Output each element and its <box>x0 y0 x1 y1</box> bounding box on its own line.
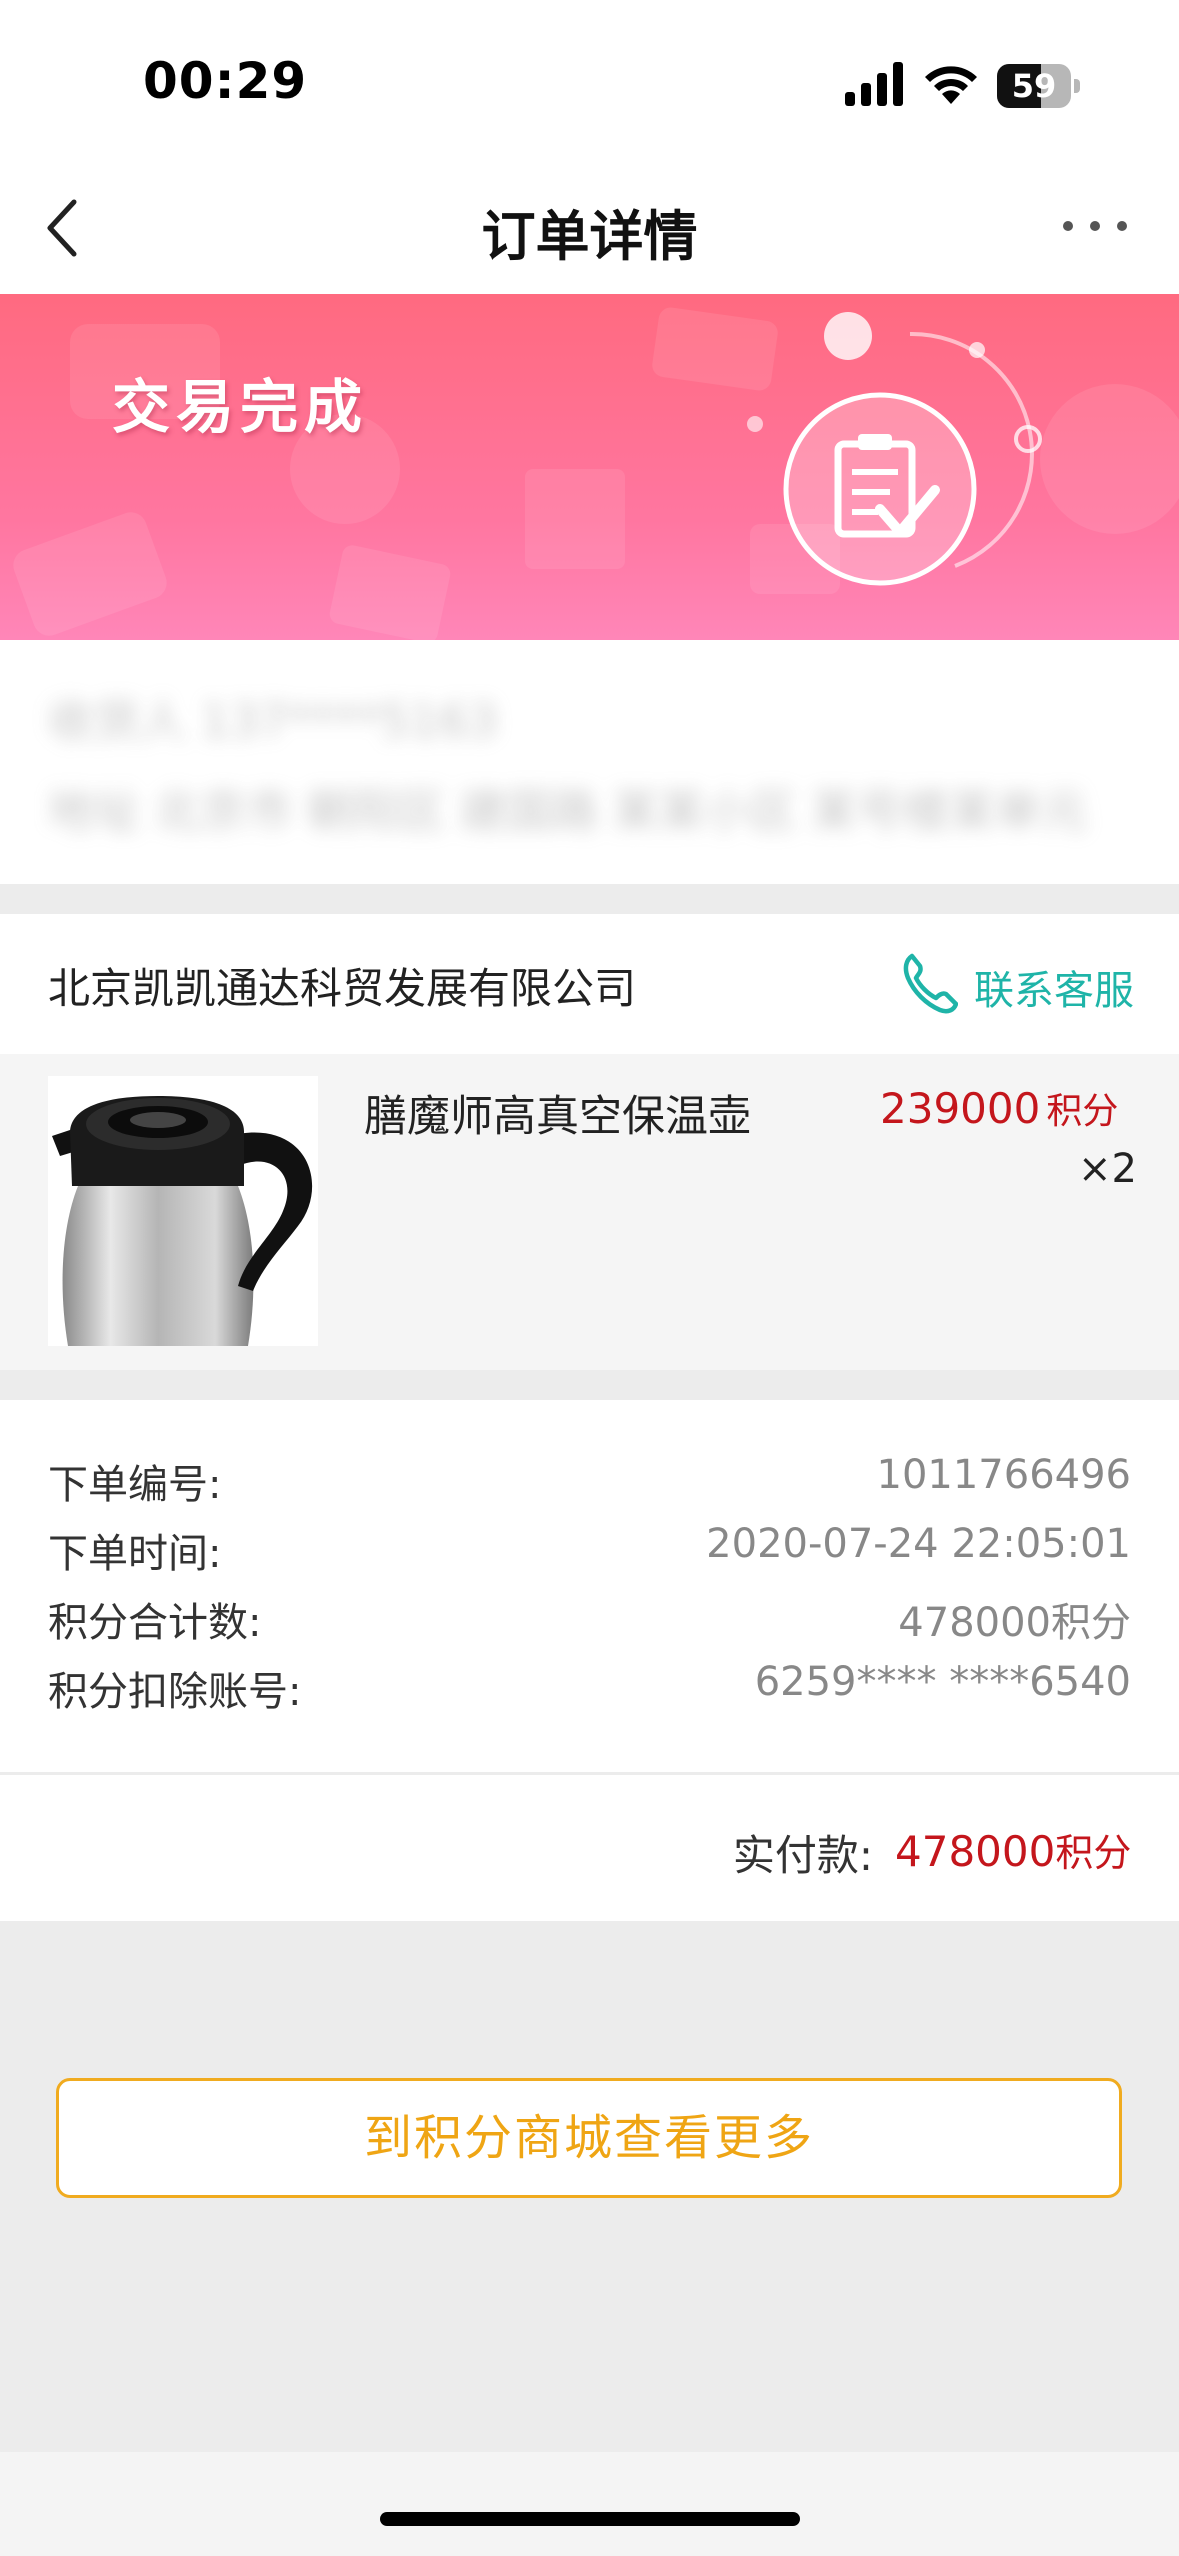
order-status-text: 交易完成 <box>112 373 369 441</box>
order-complete-clipboard-icon <box>747 312 1042 586</box>
thermos-jug-image <box>52 1096 313 1346</box>
phone-icon[interactable] <box>902 952 958 1014</box>
merchant-name: 北京凯凯通达科贸发展有限公司 <box>48 964 637 1013</box>
product-price-value: 239000 <box>880 1084 1041 1133</box>
battery-icon: 59 <box>997 64 1080 108</box>
home-indicator-area <box>0 2452 1179 2556</box>
recipient-line: 收货人 137****5163 <box>48 694 498 748</box>
product-name: 膳魔师高真空保温壶 <box>364 1092 751 1142</box>
home-indicator[interactable] <box>380 2512 800 2526</box>
status-time: 00:29 <box>143 52 308 110</box>
battery-level: 59 <box>1011 67 1057 105</box>
order-number-label: 下单编号: <box>48 1462 222 1508</box>
payment-amount-unit: 积分 <box>1055 1831 1132 1875</box>
points-total-value: 478000积分 <box>898 1600 1131 1646</box>
order-status-banner <box>0 294 1179 640</box>
payment-amount: 478000积分 <box>895 1822 1131 1877</box>
signal-icon <box>845 62 903 106</box>
order-number-value: 1011766496 <box>876 1452 1132 1498</box>
product-image[interactable] <box>48 1076 318 1346</box>
points-account-label: 积分扣除账号: <box>48 1669 302 1715</box>
order-time-label: 下单时间: <box>48 1531 222 1577</box>
product-price: 239000 积分 <box>880 1082 1118 1134</box>
payment-amount-value: 478000 <box>895 1827 1056 1876</box>
address-line: 地址 北京市 朝阳区 建国路 某某小区 某号楼某单元 <box>48 784 1088 838</box>
points-total-label: 积分合计数: <box>48 1600 262 1646</box>
payment-label: 实付款: <box>732 1831 873 1880</box>
wifi-icon <box>925 66 977 104</box>
order-info-section: 下单编号: 1011766496 下单时间: 2020-07-24 22:05:… <box>0 1400 1179 1772</box>
order-time-value: 2020-07-24 22:05:01 <box>706 1521 1131 1567</box>
more-dots-icon[interactable] <box>1060 212 1130 240</box>
page-title: 订单详情 <box>481 205 698 268</box>
points-account-value: 6259**** ****6540 <box>754 1659 1131 1705</box>
go-points-mall-button[interactable]: 到积分商城查看更多 <box>56 2078 1122 2198</box>
product-price-unit: 积分 <box>1046 1091 1119 1132</box>
contact-service-link[interactable]: 联系客服 <box>974 958 1134 1016</box>
product-quantity: ×2 <box>1078 1146 1137 1192</box>
recipient-info: 收货人 137****5163 地址 北京市 朝阳区 建国路 某某小区 某号楼某… <box>0 640 1179 884</box>
